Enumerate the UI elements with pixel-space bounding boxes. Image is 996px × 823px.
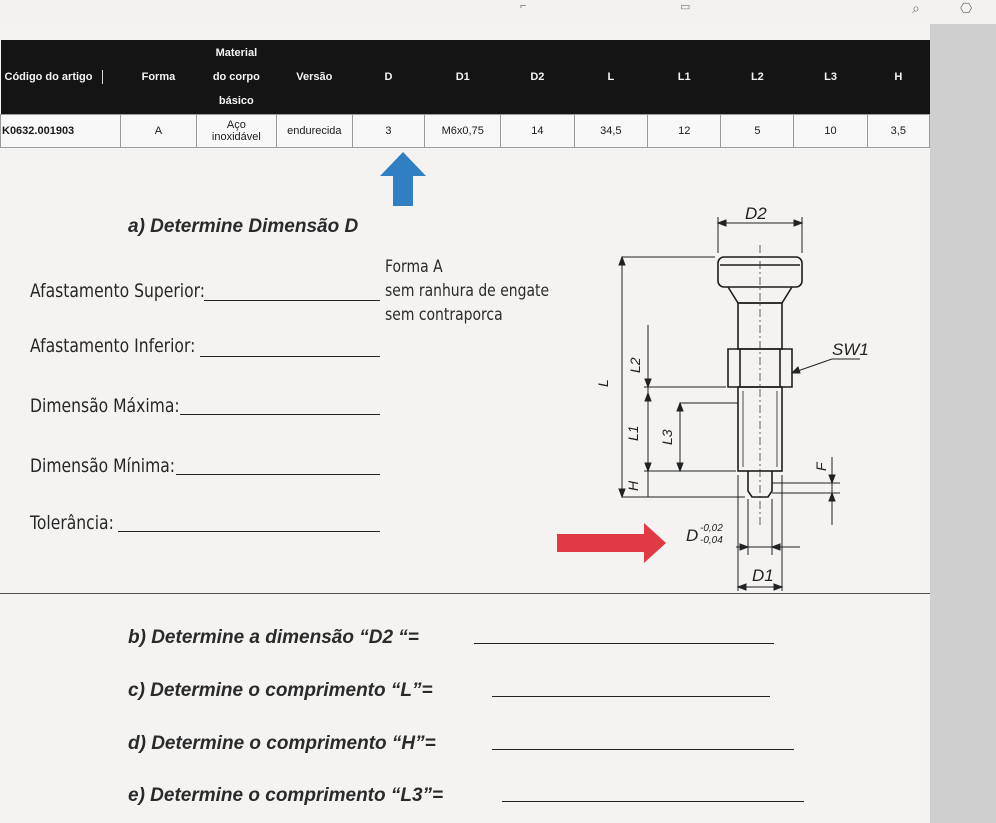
forma-line-2: sem ranhura de engate <box>385 281 550 301</box>
section-divider <box>0 593 930 594</box>
forma-description: Forma A sem ranhura de engate sem contra… <box>385 255 549 327</box>
technical-drawing: D2 SW1 L L2 L1 L3 H F D -0,02 -0,04 D1 <box>557 204 869 591</box>
viewer-toolbar: ⌐ ▭ ⌕ ⎔ <box>0 0 996 25</box>
right-arrow-icon <box>557 523 666 563</box>
cell-l: 34,5 <box>573 114 649 148</box>
question-e: e) Determine o comprimento “L3”= <box>128 785 444 806</box>
label-d1: D1 <box>752 566 774 585</box>
answer-b-blank[interactable] <box>474 643 774 644</box>
right-sidebar <box>930 24 996 823</box>
header-h: H <box>867 40 930 115</box>
up-arrow-icon <box>380 152 426 206</box>
header-material: Material do corpo básico <box>196 40 277 115</box>
label-d-lower-deviation: -0,04 <box>700 535 723 546</box>
cell-l3: 10 <box>793 114 868 148</box>
header-material-line-1: Material <box>215 47 258 59</box>
bookmark-icon[interactable]: ⎔ <box>960 0 972 17</box>
cell-d2: 14 <box>500 114 575 148</box>
answer-e-blank[interactable] <box>502 801 804 802</box>
header-l3: L3 <box>793 40 868 115</box>
label-d2: D2 <box>745 204 767 223</box>
section-a-title: a) Determine Dimensão D <box>128 216 359 237</box>
cell-versao: endurecida <box>276 114 353 148</box>
cell-d1: M6x0,75 <box>424 114 502 148</box>
forma-line-1: Forma A <box>385 257 443 277</box>
label-f: F <box>813 461 829 471</box>
field-afastamento-superior-label: Afastamento Superior: <box>30 280 206 302</box>
answer-c-blank[interactable] <box>492 696 770 697</box>
header-l2: L2 <box>720 40 794 115</box>
answer-d-blank[interactable] <box>492 749 794 750</box>
cell-forma: A <box>120 114 197 148</box>
header-d1: D1 <box>424 40 501 115</box>
field-afastamento-inferior-blank[interactable] <box>200 356 380 357</box>
header-forma: Forma <box>120 40 197 115</box>
field-dimensao-maxima-label: Dimensão Máxima: <box>30 395 180 417</box>
cell-material: Aço inoxidável <box>195 114 278 148</box>
label-d: D <box>686 526 698 545</box>
field-tolerancia-blank[interactable] <box>118 531 380 532</box>
cell-material-line-1: Aço <box>226 119 246 131</box>
question-d: d) Determine o comprimento “H”= <box>128 733 436 754</box>
field-afastamento-inferior-label: Afastamento Inferior: <box>30 335 196 357</box>
label-l: L <box>595 379 611 387</box>
field-dimensao-maxima-blank[interactable] <box>180 414 380 415</box>
cell-material-line-2: inoxidável <box>211 131 261 143</box>
cell-codigo: K0632.001903 <box>0 114 122 148</box>
cell-d: 3 <box>351 114 426 148</box>
header-material-line-2: do corpo <box>212 71 260 83</box>
label-d-upper-deviation: -0,02 <box>700 523 723 534</box>
field-dimensao-minima-label: Dimensão Mínima: <box>30 455 176 477</box>
field-tolerancia-label: Tolerância: <box>30 512 114 534</box>
header-d2: D2 <box>500 40 575 115</box>
spec-table: Código do artigo Forma Material do corpo… <box>0 40 931 148</box>
field-afastamento-superior-blank[interactable] <box>204 300 380 301</box>
forma-line-3: sem contraporca <box>385 305 503 325</box>
label-sw1: SW1 <box>832 340 869 359</box>
header-versao: Versão <box>276 40 353 115</box>
cell-h: 3,5 <box>866 114 931 148</box>
cell-l2: 5 <box>720 114 795 148</box>
label-l1: L1 <box>625 425 641 441</box>
question-b: b) Determine a dimensão “D2 “= <box>128 627 419 648</box>
table-header-row: Código do artigo Forma Material do corpo… <box>0 40 930 115</box>
label-h: H <box>625 480 641 491</box>
header-l1: L1 <box>647 40 721 115</box>
question-c: c) Determine o comprimento “L”= <box>128 680 433 701</box>
page-indicator-icon: ⌐ <box>520 0 527 12</box>
label-l3: L3 <box>659 429 675 445</box>
label-l2: L2 <box>627 357 643 373</box>
field-dimensao-minima-blank[interactable] <box>176 474 380 475</box>
cell-l1: 12 <box>647 114 722 148</box>
search-icon[interactable]: ⌕ <box>912 0 920 17</box>
header-codigo: Código do artigo <box>0 40 121 115</box>
header-l: L <box>574 40 648 115</box>
layout-icon[interactable]: ▭ <box>680 0 690 13</box>
header-d: D <box>352 40 425 115</box>
table-row: K0632.001903 A Aço inoxidável endurecida… <box>0 114 931 148</box>
header-material-line-3: básico <box>218 95 254 107</box>
